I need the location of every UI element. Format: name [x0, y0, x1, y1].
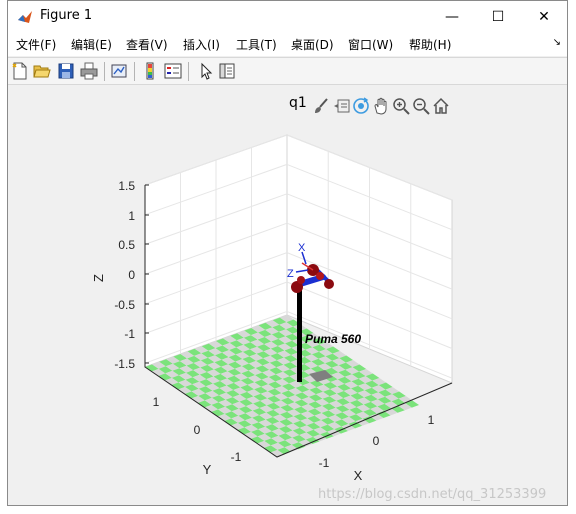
z-tick-label: 0 [128, 268, 135, 282]
robot-joint [324, 279, 334, 289]
frame-z-label: Z [287, 268, 294, 280]
y-tick-label: 1 [153, 395, 160, 409]
z-tick-label: -1 [124, 327, 135, 341]
z-tick-label: -1.5 [114, 357, 135, 371]
z-tick-label: 1 [128, 209, 135, 223]
z-axis-label: Z [91, 274, 106, 282]
robot-pedestal [297, 282, 302, 382]
y-axis-label: Y [203, 462, 212, 477]
robot-name-label: Puma 560 [305, 332, 361, 346]
robot-plot-3d[interactable]: 1.5 1 0.5 0 -0.5 -1 -1.5 Z 1 0 -1 Y -1 0… [0, 0, 576, 514]
robot-joint [297, 276, 305, 284]
z-tick-label: 1.5 [118, 179, 135, 193]
x-tick-label: 0 [373, 434, 380, 448]
y-tick-label: 0 [194, 423, 201, 437]
x-tick-label: 1 [428, 413, 435, 427]
x-axis-label: X [354, 468, 363, 483]
watermark-text: https://blog.csdn.net/qq_31253399 [318, 487, 547, 502]
x-tick-label: -1 [319, 456, 330, 470]
robot-joint [316, 272, 324, 280]
frame-x-label: X [298, 242, 306, 254]
y-tick-label: -1 [231, 450, 242, 464]
z-tick-label: -0.5 [114, 298, 135, 312]
z-tick-label: 0.5 [118, 238, 135, 252]
